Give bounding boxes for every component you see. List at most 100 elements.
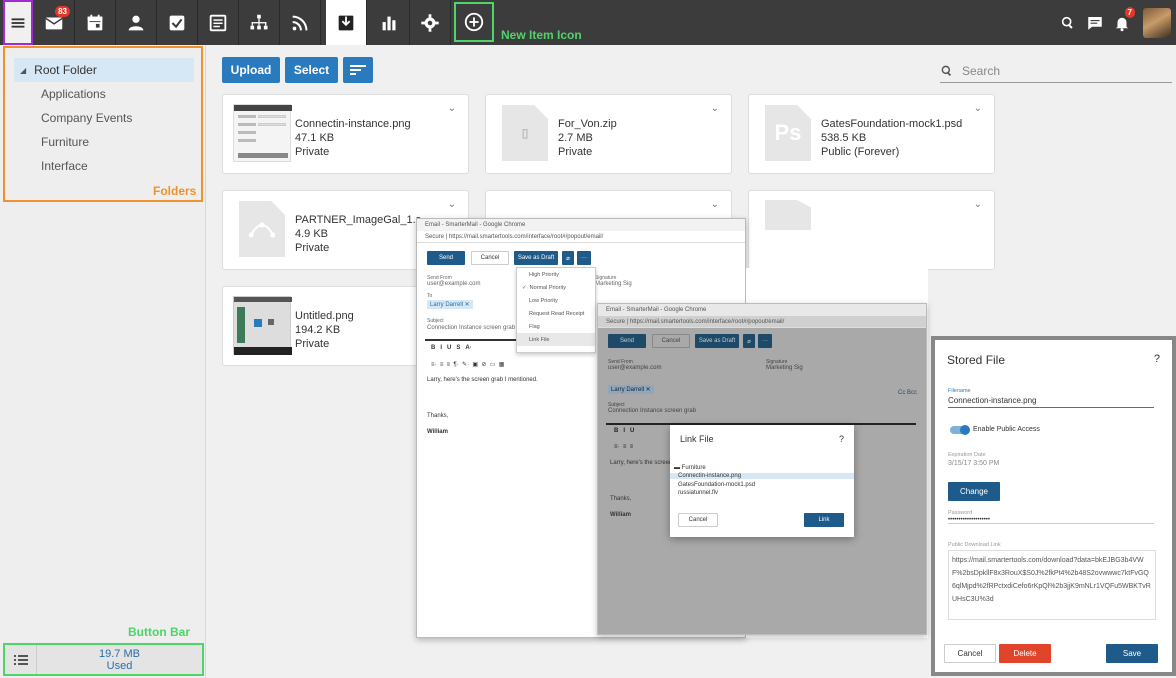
file-card[interactable]: Ps GatesFoundation-mock1.psd 538.5 KB Pu… [748,94,995,174]
tree-item-gatesfoundation[interactable]: GatesFoundation-mock1.psd [678,482,755,488]
tree-item-furniture[interactable]: ▬ Furniture [674,465,706,471]
attach-button[interactable]: ⌀ [743,334,755,348]
new-item-annotation: New Item Icon [501,28,582,42]
file-info: Connectin-instance.png 47.1 KB Private [295,117,411,159]
menu-item-flag[interactable]: Flag [517,320,595,333]
collapse-triangle-icon[interactable]: ◢ [20,66,26,75]
send-button[interactable]: Send [608,334,646,348]
tree-item-russiatunnel[interactable]: russiatunnel.flv [678,490,718,496]
chevron-down-icon[interactable]: ⌄ [711,103,719,114]
file-thumbnail [233,295,292,355]
folder-item-furniture[interactable]: Furniture [41,135,89,149]
tree-item-connectin[interactable]: Connectin-instance.png [670,473,854,479]
cancel-button[interactable]: Cancel [944,644,996,663]
more-options-button[interactable]: ··· [577,251,591,265]
menu-item-low-priority[interactable]: Low Priority [517,294,595,307]
email-body-line-3[interactable]: William [427,429,448,435]
search-button[interactable] [1058,0,1078,45]
email-body-line-2[interactable]: Thanks, [610,496,631,502]
menu-item-high-priority[interactable]: High Priority [517,268,595,281]
more-options-button[interactable]: ··· [758,334,772,348]
file-storage-icon [338,15,354,30]
nav-settings[interactable] [410,0,451,45]
nav-rss[interactable] [280,0,321,45]
hamburger-icon [11,17,25,28]
subject-value[interactable]: Connection Instance screen grab [608,408,696,414]
folder-item-interface[interactable]: Interface [41,159,88,173]
editor-toolbar-2: ≡· ≡ ≡ ¶· ✎· ▣ ⊘ ▭ ▦ [431,362,505,368]
delete-button[interactable]: Delete [999,644,1051,663]
email-body-line-3[interactable]: William [610,512,631,518]
to-recipient-chip[interactable]: Larry Darrell ✕ [427,300,473,309]
help-icon[interactable]: ? [1154,353,1160,365]
list-view-button[interactable] [5,645,37,674]
menu-button[interactable] [3,0,33,45]
cancel-button[interactable]: Cancel [471,251,509,265]
chat-button[interactable] [1084,0,1106,45]
select-button[interactable]: Select [285,57,338,83]
chevron-down-icon[interactable]: ⌄ [448,103,456,114]
nav-calendar[interactable] [75,0,116,45]
new-item-button[interactable] [454,2,494,42]
file-thumbnail [759,199,817,259]
from-value[interactable]: user@example.com [608,365,661,371]
filename-input[interactable]: Connection-instance.png [948,396,1154,408]
menu-item-link-file[interactable]: Link File [517,333,595,346]
help-icon[interactable]: ? [839,434,844,444]
nav-files[interactable] [326,0,367,45]
file-name: Untitled.png [295,310,354,322]
password-input[interactable]: •••••••••••••••••••• [948,517,1154,524]
email-body-line-2[interactable]: Thanks, [427,413,448,419]
chevron-down-icon[interactable]: ⌄ [974,103,982,114]
folder-item-company-events[interactable]: Company Events [41,111,132,125]
public-access-toggle[interactable] [950,425,970,435]
file-card[interactable]: Connectin-instance.png 47.1 KB Private ⌄ [222,94,469,174]
cc-bcc-link[interactable]: Cc Bcc [898,390,917,396]
nav-sitemap[interactable] [239,0,280,45]
upload-button[interactable]: Upload [222,57,280,83]
nav-contacts[interactable] [116,0,157,45]
change-button[interactable]: Change [948,482,1000,501]
recipient-name: Larry Darrell [611,387,645,393]
attach-button[interactable]: ⌀ [562,251,574,265]
password-label: Password [948,510,973,516]
dialog-cancel-button[interactable]: Cancel [678,513,718,527]
file-card[interactable]: ⌄ [748,190,995,270]
editor-toolbar: B I U [614,428,635,434]
download-link-textarea[interactable]: https://mail.smartertools.com/download?d… [948,550,1156,620]
chevron-down-icon[interactable]: ⌄ [448,199,456,210]
cancel-button[interactable]: Cancel [652,334,690,348]
search-icon [941,65,952,76]
folder-item-applications[interactable]: Applications [41,87,106,101]
nav-tasks[interactable] [157,0,198,45]
send-button[interactable]: Send [427,251,465,265]
folder-root[interactable]: ◢ Root Folder [14,58,194,82]
email-body-line-1[interactable]: Larry, here's the screen [610,460,672,466]
menu-item-read-receipt[interactable]: Request Read Receipt [517,307,595,320]
menu-item-normal-priority[interactable]: ✓ Normal Priority [517,281,595,294]
search-icon [1061,16,1073,29]
email-body-line-1[interactable]: Larry, here's the screen grab I mentione… [427,377,538,383]
notifications-button[interactable]: 7 [1111,0,1135,45]
user-avatar[interactable] [1143,8,1171,38]
toggle-knob [960,425,970,435]
sort-button[interactable] [343,57,373,83]
signature-value[interactable]: Marketing Sig [595,281,632,287]
save-button[interactable]: Save [1106,644,1158,663]
chevron-down-icon[interactable]: ⌄ [711,199,719,210]
to-recipient-chip[interactable]: Larry Darrell ✕ [608,385,654,394]
notes-icon [209,14,227,31]
chevron-down-icon[interactable]: ⌄ [974,199,982,210]
nav-reports[interactable] [369,0,410,45]
button-bar: 19.7 MB Used [3,643,204,676]
subject-value[interactable]: Connection Instance screen grab [427,325,515,331]
link-button[interactable]: Link [804,513,844,527]
nav-email[interactable]: 83 [34,0,75,45]
from-value[interactable]: user@example.com [427,281,480,287]
signature-value[interactable]: Marketing Sig [766,365,803,371]
file-card[interactable]: ▯ For_Von.zip 2.7 MB Private ⌄ [485,94,732,174]
save-draft-button[interactable]: Save as Draft [695,334,739,348]
nav-notes[interactable] [198,0,239,45]
file-search[interactable]: Search [940,59,1172,83]
save-draft-button[interactable]: Save as Draft [514,251,558,265]
